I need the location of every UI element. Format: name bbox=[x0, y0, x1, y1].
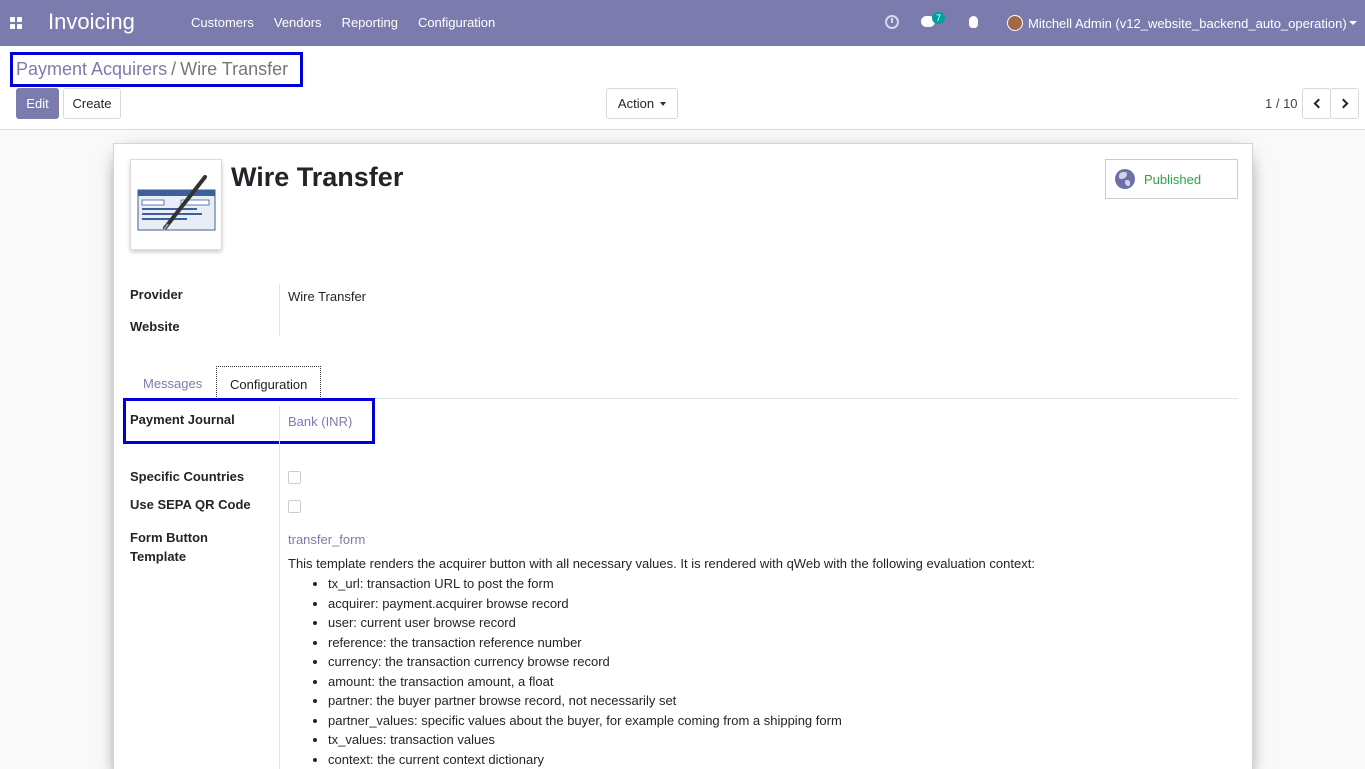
main-menu: Customers Vendors Reporting Configuratio… bbox=[181, 15, 505, 30]
website-label: Website bbox=[130, 319, 180, 334]
specific-countries-checkbox[interactable] bbox=[288, 471, 301, 484]
chevron-left-icon bbox=[1313, 98, 1323, 109]
form-sheet: Wire Transfer Published Provider Wire Tr… bbox=[113, 143, 1253, 769]
user-avatar[interactable] bbox=[1007, 15, 1023, 31]
app-title: Invoicing bbox=[48, 9, 135, 34]
list-item: context: the current context dictionary bbox=[328, 751, 842, 769]
config-field-divider bbox=[279, 406, 280, 769]
context-list: tx_url: transaction URL to post the form… bbox=[328, 575, 842, 769]
tab-configuration[interactable]: Configuration bbox=[216, 366, 322, 399]
wire-transfer-check-icon bbox=[137, 175, 216, 231]
provider-value: Wire Transfer bbox=[288, 289, 367, 304]
list-item: tx_url: transaction URL to post the form bbox=[328, 575, 842, 595]
list-item: tx_values: transaction values bbox=[328, 731, 842, 751]
sepa-qr-label: Use SEPA QR Code bbox=[130, 497, 251, 512]
form-button-label-line1: Form Button bbox=[130, 530, 208, 545]
create-button[interactable]: Create bbox=[63, 88, 121, 119]
apps-menu-icon[interactable] bbox=[10, 17, 22, 29]
list-item: currency: the transaction currency brows… bbox=[328, 653, 842, 673]
globe-icon bbox=[1115, 169, 1135, 189]
published-label: Published bbox=[1144, 171, 1202, 187]
chat-count-badge: 7 bbox=[932, 12, 946, 24]
list-item: amount: the transaction amount, a float bbox=[328, 673, 842, 693]
user-menu[interactable]: Mitchell Admin (v12_website_backend_auto… bbox=[1028, 16, 1347, 31]
list-item: user: current user browse record bbox=[328, 614, 842, 634]
breadcrumb-parent-link[interactable]: Payment Acquirers bbox=[16, 59, 167, 79]
menu-item-vendors[interactable]: Vendors bbox=[274, 15, 322, 30]
acquirer-image[interactable] bbox=[130, 159, 222, 250]
activity-clock-icon[interactable] bbox=[885, 15, 899, 29]
specific-countries-label: Specific Countries bbox=[130, 469, 245, 484]
menu-item-reporting[interactable]: Reporting bbox=[342, 15, 398, 30]
pager-previous-button[interactable] bbox=[1302, 88, 1331, 119]
list-item: partner: the buyer partner browse record… bbox=[328, 692, 842, 712]
menu-item-configuration[interactable]: Configuration bbox=[418, 15, 495, 30]
tab-messages[interactable]: Messages bbox=[130, 366, 215, 399]
edit-button[interactable]: Edit bbox=[16, 88, 59, 119]
chevron-right-icon bbox=[1338, 98, 1348, 109]
provider-label: Provider bbox=[130, 287, 183, 302]
top-navbar: Invoicing Customers Vendors Reporting Co… bbox=[0, 0, 1365, 46]
breadcrumb: Payment Acquirers / Wire Transfer bbox=[16, 59, 288, 80]
action-dropdown-button[interactable]: Action bbox=[606, 88, 678, 119]
record-title: Wire Transfer bbox=[231, 162, 404, 192]
list-item: acquirer: payment.acquirer browse record bbox=[328, 595, 842, 615]
menu-item-customers[interactable]: Customers bbox=[191, 15, 254, 30]
action-label: Action bbox=[617, 96, 655, 111]
pager-value[interactable]: 1 / 10 bbox=[1265, 96, 1298, 111]
control-panel: Payment Acquirers / Wire Transfer Edit Cre… bbox=[0, 46, 1365, 130]
debug-bug-icon[interactable] bbox=[969, 16, 978, 28]
user-menu-caret-icon[interactable] bbox=[1349, 21, 1357, 25]
notebook-tabs: Messages Configuration bbox=[130, 366, 1238, 399]
breadcrumb-separator: / bbox=[171, 59, 177, 79]
sepa-qr-checkbox[interactable] bbox=[288, 500, 301, 513]
payment-journal-link[interactable]: Bank (INR) bbox=[288, 414, 352, 429]
list-item: reference: the transaction reference num… bbox=[328, 634, 842, 654]
form-button-template-link[interactable]: transfer_form bbox=[288, 532, 365, 547]
caret-down-icon bbox=[660, 101, 667, 106]
pager-next-button[interactable] bbox=[1330, 88, 1359, 119]
form-button-label-line2: Template bbox=[130, 549, 187, 564]
field-divider bbox=[279, 284, 280, 336]
published-toggle-button[interactable]: Published bbox=[1105, 159, 1238, 199]
payment-journal-label: Payment Journal bbox=[130, 412, 235, 427]
list-item: partner_values: specific values about th… bbox=[328, 712, 842, 732]
template-description: This template renders the acquirer butto… bbox=[288, 556, 1035, 571]
breadcrumb-current: Wire Transfer bbox=[180, 59, 289, 79]
